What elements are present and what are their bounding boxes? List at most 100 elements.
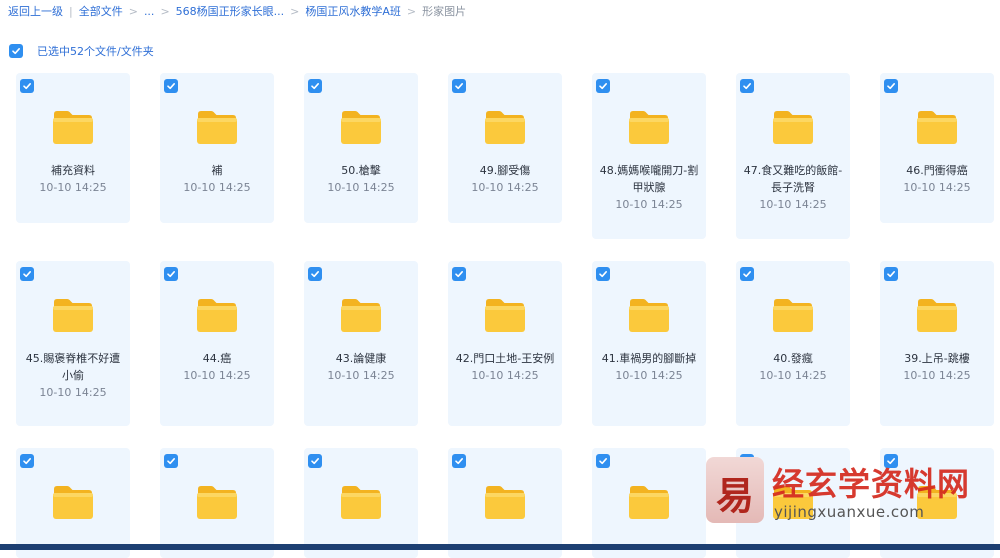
check-icon [455, 83, 463, 90]
item-checkbox[interactable] [884, 79, 898, 93]
folder-name: 42.門口土地-王安例 [455, 352, 555, 365]
selection-count-label: 已选中52个文件/文件夹 [37, 45, 154, 58]
breadcrumb-separator: > [290, 4, 300, 18]
select-all-checkbox[interactable] [9, 44, 23, 58]
folder-modified-time: 10-10 14:25 [615, 369, 683, 382]
folder-item[interactable]: 39.上吊-跳樓 10-10 14:25 [880, 261, 994, 426]
breadcrumb-item-class[interactable]: 杨国正风水教学A班 [305, 3, 401, 19]
item-checkbox[interactable] [452, 454, 466, 468]
folder-modified-time: 10-10 14:25 [759, 369, 827, 382]
folder-item[interactable]: 40.發瘋 10-10 14:25 [736, 261, 850, 426]
selection-bar: 已选中52个文件/文件夹 [9, 43, 154, 59]
folder-name: 44.癌 [202, 352, 232, 365]
breadcrumb: 返回上一级 | 全部文件 > ... > 568杨国正形家长眼... > 杨国正… [8, 3, 466, 19]
folder-name: 45.賜褒脊椎不好遭小偷 [25, 352, 121, 382]
folder-item[interactable]: 49.腳受傷 10-10 14:25 [448, 73, 562, 223]
folder-modified-time: 10-10 14:25 [471, 369, 539, 382]
folder-icon [197, 111, 237, 144]
folder-icon [773, 111, 813, 144]
folder-modified-time: 10-10 14:25 [615, 198, 683, 211]
folder-modified-time: 10-10 14:25 [903, 181, 971, 194]
item-checkbox[interactable] [164, 267, 178, 281]
folder-icon [629, 111, 669, 144]
folder-icon [53, 486, 93, 519]
item-checkbox[interactable] [20, 79, 34, 93]
folder-item[interactable]: 46.門衝得癌 10-10 14:25 [880, 73, 994, 223]
item-checkbox[interactable] [164, 454, 178, 468]
folder-item[interactable]: 45.賜褒脊椎不好遭小偷 10-10 14:25 [16, 261, 130, 426]
item-checkbox[interactable] [740, 267, 754, 281]
folder-icon [197, 486, 237, 519]
breadcrumb-item-parent[interactable]: 568杨国正形家长眼... [176, 3, 285, 19]
folder-icon [629, 486, 669, 519]
folder-item[interactable]: 補 10-10 14:25 [160, 73, 274, 223]
folder-icon [773, 299, 813, 332]
check-icon [167, 458, 175, 465]
folder-modified-time: 10-10 14:25 [39, 181, 107, 194]
folder-modified-time: 10-10 14:25 [327, 369, 395, 382]
folder-item[interactable]: 43.論健康 10-10 14:25 [304, 261, 418, 426]
folder-item[interactable]: 42.門口土地-王安例 10-10 14:25 [448, 261, 562, 426]
check-icon [23, 83, 31, 90]
folder-item[interactable]: 44.癌 10-10 14:25 [160, 261, 274, 426]
folder-item[interactable] [16, 448, 130, 558]
folder-item[interactable]: 50.槍擊 10-10 14:25 [304, 73, 418, 223]
folder-icon [485, 111, 525, 144]
folder-item[interactable]: 48.媽媽喉嚨開刀-割甲狀腺 10-10 14:25 [592, 73, 706, 239]
check-icon [311, 83, 319, 90]
folder-item[interactable]: 47.食又難吃的飯館-長子洗腎 10-10 14:25 [736, 73, 850, 239]
item-checkbox[interactable] [452, 267, 466, 281]
check-icon [887, 271, 895, 278]
folder-label: 39.上吊-跳樓 10-10 14:25 [886, 350, 988, 384]
item-checkbox[interactable] [884, 267, 898, 281]
folder-name: 47.食又難吃的飯館-長子洗腎 [743, 164, 843, 194]
folder-icon [629, 299, 669, 332]
breadcrumb-item-all-files[interactable]: 全部文件 [79, 3, 123, 19]
item-checkbox[interactable] [452, 79, 466, 93]
item-checkbox[interactable] [308, 267, 322, 281]
folder-name: 補 [211, 164, 223, 177]
breadcrumb-item-ellipsis[interactable]: ... [144, 5, 155, 18]
folder-modified-time: 10-10 14:25 [39, 386, 107, 399]
folder-label: 補充資料 10-10 14:25 [22, 162, 124, 196]
folder-label: 41.車禍男的腳斷掉 10-10 14:25 [598, 350, 700, 384]
folder-item[interactable] [304, 448, 418, 558]
breadcrumb-separator: > [406, 4, 417, 18]
check-icon [743, 271, 751, 278]
item-checkbox[interactable] [20, 454, 34, 468]
check-icon [599, 271, 607, 278]
item-checkbox[interactable] [308, 79, 322, 93]
item-checkbox[interactable] [596, 267, 610, 281]
watermark-title: 经玄学资料网 [772, 465, 971, 503]
item-checkbox[interactable] [596, 79, 610, 93]
check-icon [599, 83, 607, 90]
folder-icon [341, 111, 381, 144]
item-checkbox[interactable] [308, 454, 322, 468]
item-checkbox[interactable] [740, 79, 754, 93]
watermark: 易 经玄学资料网 yijingxuanxue.com [706, 455, 996, 527]
folder-icon [197, 299, 237, 332]
folder-item[interactable] [448, 448, 562, 558]
check-icon [455, 458, 463, 465]
folder-icon [341, 486, 381, 519]
folder-icon [917, 299, 957, 332]
folder-icon [485, 486, 525, 519]
folder-item[interactable] [592, 448, 706, 558]
back-link[interactable]: 返回上一级 [8, 3, 63, 19]
folder-item[interactable]: 41.車禍男的腳斷掉 10-10 14:25 [592, 261, 706, 426]
folder-icon [341, 299, 381, 332]
folder-item[interactable]: 補充資料 10-10 14:25 [16, 73, 130, 223]
item-checkbox[interactable] [164, 79, 178, 93]
folder-icon [917, 111, 957, 144]
check-icon [23, 458, 31, 465]
item-checkbox[interactable] [20, 267, 34, 281]
folder-modified-time: 10-10 14:25 [471, 181, 539, 194]
item-checkbox[interactable] [596, 454, 610, 468]
check-icon [311, 458, 319, 465]
folder-item[interactable] [160, 448, 274, 558]
folder-modified-time: 10-10 14:25 [759, 198, 827, 211]
watermark-logo: 易 [706, 457, 764, 523]
folder-name: 43.論健康 [335, 352, 387, 365]
folder-label: 49.腳受傷 10-10 14:25 [454, 162, 556, 196]
folder-label: 46.門衝得癌 10-10 14:25 [886, 162, 988, 196]
